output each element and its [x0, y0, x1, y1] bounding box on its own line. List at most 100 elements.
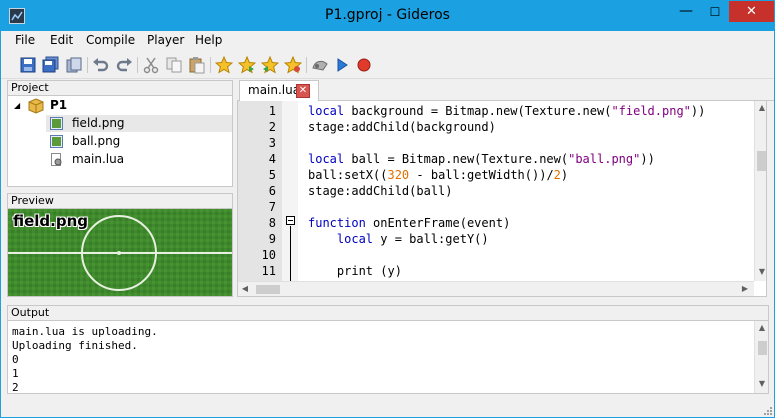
- number-token: 2: [553, 168, 561, 182]
- code-token: ): [560, 168, 569, 182]
- resize-grip-icon[interactable]: [762, 405, 772, 415]
- code-token: - ball:getWidth())/: [409, 168, 554, 182]
- scroll-left-icon[interactable]: ◀: [238, 284, 252, 293]
- code-token: ball:setX((: [308, 168, 388, 182]
- image-icon: [50, 117, 63, 130]
- code-token: print (y): [308, 264, 402, 278]
- line-number-gutter: 1 2 3 4 5 6 7 8 9 10 11: [238, 101, 282, 281]
- copy-doc-icon[interactable]: [65, 56, 83, 74]
- toolbar-separator: [87, 57, 88, 73]
- tree-item-main-lua[interactable]: main.lua: [46, 151, 232, 168]
- save-icon[interactable]: [19, 56, 37, 74]
- cut-icon[interactable]: [142, 56, 160, 74]
- toolbar-separator: [137, 57, 138, 73]
- field-preview-image: field.png: [8, 209, 232, 296]
- scroll-down-icon[interactable]: ▼: [755, 379, 768, 388]
- keyword-token: local: [308, 104, 345, 118]
- project-root[interactable]: ◢ P1: [12, 97, 232, 114]
- keyword-token: local: [308, 152, 345, 166]
- code-line: local ball = Bitmap.new(Texture.new("bal…: [308, 151, 655, 167]
- copy-icon[interactable]: [165, 56, 183, 74]
- line-number: 11: [261, 264, 276, 278]
- menu-player[interactable]: Player: [147, 33, 184, 47]
- line-number: 6: [268, 184, 276, 198]
- star-add-icon[interactable]: [238, 56, 256, 74]
- output-line: Uploading finished.: [12, 339, 138, 352]
- code-token: stage:addChild(background): [308, 120, 496, 134]
- lua-file-icon: [51, 153, 62, 166]
- toolbar: [1, 52, 774, 79]
- menu-compile[interactable]: Compile: [86, 33, 135, 47]
- output-panel-header: Output: [7, 305, 769, 321]
- project-panel-header: Project: [7, 80, 233, 96]
- title-bar[interactable]: P1.gproj - Gideros — ☐ ✕: [1, 1, 774, 31]
- line-number: 1: [268, 104, 276, 118]
- paste-icon[interactable]: [188, 56, 206, 74]
- tree-item-ball-png[interactable]: ball.png: [46, 133, 232, 150]
- scroll-thumb[interactable]: [256, 285, 280, 294]
- line-number: 10: [261, 248, 276, 262]
- output-line: 1: [12, 367, 19, 380]
- menu-help[interactable]: Help: [195, 33, 222, 47]
- tab-close-icon[interactable]: ✕: [296, 84, 310, 98]
- scroll-up-icon[interactable]: ▲: [755, 103, 766, 112]
- tree-item-label: field.png: [72, 116, 125, 130]
- output-vertical-scrollbar[interactable]: ▲ ▼: [754, 321, 768, 393]
- image-icon: [50, 135, 63, 148]
- window-title: P1.gproj - Gideros: [325, 7, 450, 23]
- line-number: 5: [268, 168, 276, 182]
- code-text-area[interactable]: local background = Bitmap.new(Texture.ne…: [298, 101, 754, 281]
- star-next-icon[interactable]: [284, 56, 302, 74]
- toolbar-separator: [306, 57, 307, 73]
- code-editor[interactable]: 1 2 3 4 5 6 7 8 9 10 11 local background = Bitmap.…: [237, 101, 767, 297]
- string-token: "ball.png": [568, 152, 641, 166]
- player-icon[interactable]: [311, 56, 329, 74]
- menu-edit[interactable]: Edit: [50, 33, 73, 47]
- code-line: ball:setX((320 - ball:getWidth())/2): [308, 167, 568, 183]
- project-root-label: P1: [50, 98, 68, 112]
- close-button[interactable]: ✕: [729, 1, 774, 22]
- collapse-arrow-icon[interactable]: ◢: [14, 97, 20, 114]
- line-number: 7: [268, 200, 276, 214]
- preview-panel-header: Preview: [7, 193, 233, 209]
- scroll-right-icon[interactable]: ▶: [738, 284, 752, 293]
- string-token: "field.png": [611, 104, 691, 118]
- editor-vertical-scrollbar[interactable]: ▲ ▼: [754, 101, 766, 281]
- star-prev-icon[interactable]: [261, 56, 279, 74]
- scroll-down-icon[interactable]: ▼: [755, 267, 766, 276]
- play-icon[interactable]: [333, 56, 351, 74]
- menu-bar: File Edit Compile Player Help: [1, 31, 774, 51]
- minimize-button[interactable]: —: [671, 2, 701, 23]
- number-token: 320: [387, 168, 410, 182]
- fold-line: [290, 226, 291, 281]
- keyword-token: local: [336, 232, 374, 246]
- tree-item-field-png[interactable]: field.png: [46, 115, 232, 132]
- line-number: 8: [268, 216, 276, 230]
- scroll-thumb[interactable]: [758, 341, 767, 355]
- scroll-up-icon[interactable]: ▲: [755, 323, 768, 332]
- code-line: local y = ball:getY(): [308, 231, 489, 247]
- output-line: 2: [12, 381, 19, 394]
- line-number: 9: [268, 232, 276, 246]
- menu-file[interactable]: File: [15, 33, 35, 47]
- save-all-icon[interactable]: [42, 56, 60, 74]
- redo-icon[interactable]: [115, 56, 133, 74]
- editor-tab-bar: main.lua ✕: [237, 79, 774, 102]
- code-token: stage:addChild(ball): [308, 184, 453, 198]
- output-console[interactable]: main.lua is uploading. Uploading finished…: [7, 321, 769, 394]
- stop-icon[interactable]: [355, 56, 373, 74]
- fold-toggle-icon[interactable]: [286, 216, 295, 225]
- line-number: 4: [268, 152, 276, 166]
- code-token: )): [690, 104, 706, 118]
- maximize-button[interactable]: ☐: [701, 2, 729, 23]
- editor-horizontal-scrollbar[interactable]: ◀ ▶: [238, 281, 754, 296]
- undo-icon[interactable]: [92, 56, 110, 74]
- star-icon[interactable]: [215, 56, 233, 74]
- tab-main-lua[interactable]: main.lua ✕: [239, 80, 319, 102]
- scroll-thumb[interactable]: [757, 151, 766, 171]
- project-tree: ◢ P1 field.png ball.png main.lua: [7, 96, 233, 187]
- code-line: stage:addChild(ball): [308, 183, 453, 199]
- app-window: P1.gproj - Gideros — ☐ ✕ File Edit Compi…: [0, 0, 775, 418]
- code-line: stage:addChild(background): [308, 119, 496, 135]
